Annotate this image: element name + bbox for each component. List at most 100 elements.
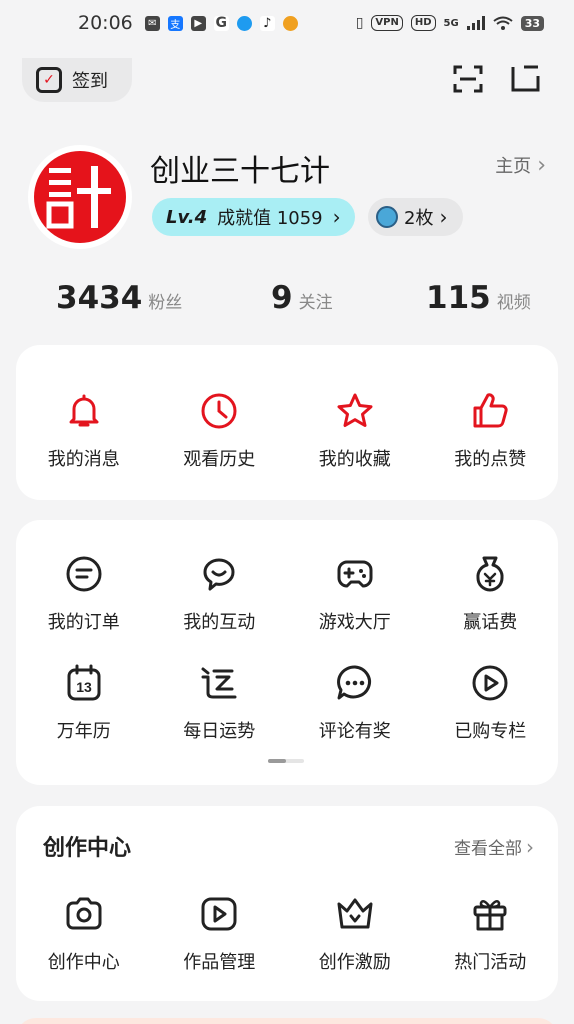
stat-value: 9 <box>271 280 293 316</box>
play-icon <box>472 665 508 701</box>
avatar-logo <box>34 151 126 243</box>
youtube-icon: ▶ <box>190 15 206 31</box>
service-interactions[interactable]: 我的互动 <box>152 554 288 634</box>
chevron-right-icon: › <box>537 152 546 178</box>
qq-icon <box>236 15 252 31</box>
wifi-icon <box>493 16 513 30</box>
avatar[interactable] <box>28 145 132 249</box>
medal-badge[interactable]: 2枚 › <box>368 198 464 236</box>
creator-item-incentive[interactable]: 创作激励 <box>287 894 423 974</box>
crown-icon <box>337 898 373 929</box>
chevron-right-icon: › <box>439 205 448 229</box>
stat-value: 3434 <box>56 280 143 316</box>
bell-icon <box>69 394 99 427</box>
service-comment-reward[interactable]: 评论有奖 <box>287 663 423 743</box>
weibo-icon <box>282 15 298 31</box>
vibrate-icon: ▯ <box>355 15 364 31</box>
creator-item-center[interactable]: 创作中心 <box>16 894 152 974</box>
service-orders[interactable]: 我的订单 <box>16 554 152 634</box>
status-bar: 20:06 ✉ 支 ▶ G ♪ ▯ VPN HD 5G 33 <box>0 0 574 46</box>
star-icon <box>337 393 373 427</box>
quick-action-history[interactable]: 观看历史 <box>152 391 288 471</box>
checkin-button[interactable]: ✓ 签到 <box>22 58 132 102</box>
chat-smile-icon <box>203 558 235 591</box>
network-type: 5G <box>443 17 459 29</box>
gamepad-icon <box>337 560 373 588</box>
quick-action-label: 我的收藏 <box>318 449 391 470</box>
profile-stats: 3434 粉丝 9 关注 115 视频 <box>0 280 574 320</box>
battery-icon: 33 <box>520 15 544 31</box>
homepage-link[interactable]: 主页 › <box>495 152 546 178</box>
google-icon: G <box>213 15 229 31</box>
creator-center-title: 创作中心 <box>43 836 132 861</box>
mail-icon: ✉ <box>144 15 160 31</box>
service-label: 评论有奖 <box>318 721 391 742</box>
creator-item-events[interactable]: 热门活动 <box>423 894 559 974</box>
status-time: 20:06 <box>78 12 133 34</box>
stat-following[interactable]: 9 关注 <box>271 280 333 316</box>
service-daily-fortune[interactable]: 每日运势 <box>152 663 288 743</box>
quick-action-likes[interactable]: 我的点赞 <box>423 391 559 471</box>
service-game-hall[interactable]: 游戏大厅 <box>287 554 423 634</box>
gift-icon <box>473 899 507 931</box>
thumbs-up-icon <box>473 393 508 428</box>
creator-item-works[interactable]: 作品管理 <box>152 894 288 974</box>
notification-icons: ✉ 支 ▶ G ♪ <box>144 15 298 31</box>
quick-actions-card: 我的消息 观看历史 我的收藏 我的点赞 <box>16 345 558 500</box>
chevron-right-icon: › <box>526 834 534 859</box>
camera-icon <box>66 897 102 930</box>
fortune-icon <box>201 667 237 699</box>
medal-icon <box>376 206 398 228</box>
level-label: Lv.4 <box>166 206 208 228</box>
quick-action-messages[interactable]: 我的消息 <box>16 391 152 471</box>
service-label: 我的互动 <box>183 612 256 633</box>
clock-icon <box>201 393 237 429</box>
view-all-label: 查看全部 <box>454 839 522 859</box>
settings-icon[interactable] <box>510 64 542 94</box>
status-indicators: ▯ VPN HD 5G 33 <box>356 15 544 31</box>
signal-icon <box>466 16 485 30</box>
service-calendar[interactable]: 13 万年历 <box>16 663 152 743</box>
svg-text:13: 13 <box>76 679 92 695</box>
services-row-2: 13 万年历 每日运势 评论有奖 已购专栏 <box>16 663 558 743</box>
quick-actions-row: 我的消息 观看历史 我的收藏 我的点赞 <box>16 391 558 471</box>
service-label: 我的订单 <box>47 612 120 633</box>
creator-item-label: 创作激励 <box>318 952 391 973</box>
service-win-credit[interactable]: 赢话费 <box>423 554 559 634</box>
scan-icon[interactable] <box>452 64 484 94</box>
nickname: 创业三十七计 <box>150 154 330 189</box>
hd-badge: HD <box>410 15 436 31</box>
stat-label: 视频 <box>496 293 531 313</box>
stat-label: 粉丝 <box>148 293 183 313</box>
view-all-link[interactable]: 查看全部 › <box>454 834 534 860</box>
service-label: 每日运势 <box>183 721 256 742</box>
quick-action-favorites[interactable]: 我的收藏 <box>287 391 423 471</box>
service-label: 万年历 <box>56 721 111 742</box>
stat-followers[interactable]: 3434 粉丝 <box>56 280 182 316</box>
service-label: 已购专栏 <box>454 721 527 742</box>
level-badge[interactable]: Lv.4 成就值 1059 › <box>152 198 355 236</box>
services-card: 我的订单 我的互动 游戏大厅 赢话费 13 万年历 每日运势 评论有奖 已购专栏 <box>16 520 558 785</box>
quick-action-label: 观看历史 <box>183 449 256 470</box>
achievement-label: 成就值 1059 <box>217 208 323 229</box>
creator-item-label: 热门活动 <box>454 952 527 973</box>
quick-action-label: 我的点赞 <box>454 449 527 470</box>
service-purchased-columns[interactable]: 已购专栏 <box>423 663 559 743</box>
stat-value: 115 <box>426 280 491 316</box>
calendar-icon: 13 <box>67 664 101 701</box>
services-row-1: 我的订单 我的互动 游戏大厅 赢话费 <box>16 554 558 634</box>
page-indicator <box>268 759 304 763</box>
stat-videos[interactable]: 115 视频 <box>426 280 531 316</box>
checkin-icon: ✓ <box>36 67 62 93</box>
tiktok-icon: ♪ <box>259 15 275 31</box>
order-icon <box>66 556 102 592</box>
alipay-icon: 支 <box>167 15 183 31</box>
service-label: 赢话费 <box>463 612 518 633</box>
creator-item-label: 创作中心 <box>47 952 120 973</box>
creator-center-card: 创作中心 查看全部 › 创作中心 作品管理 创作激励 热门活动 <box>16 806 558 1001</box>
service-label: 游戏大厅 <box>318 612 391 633</box>
video-icon <box>201 897 237 931</box>
checkin-label: 签到 <box>72 71 108 92</box>
comment-icon <box>336 665 371 700</box>
stat-label: 关注 <box>298 293 333 313</box>
